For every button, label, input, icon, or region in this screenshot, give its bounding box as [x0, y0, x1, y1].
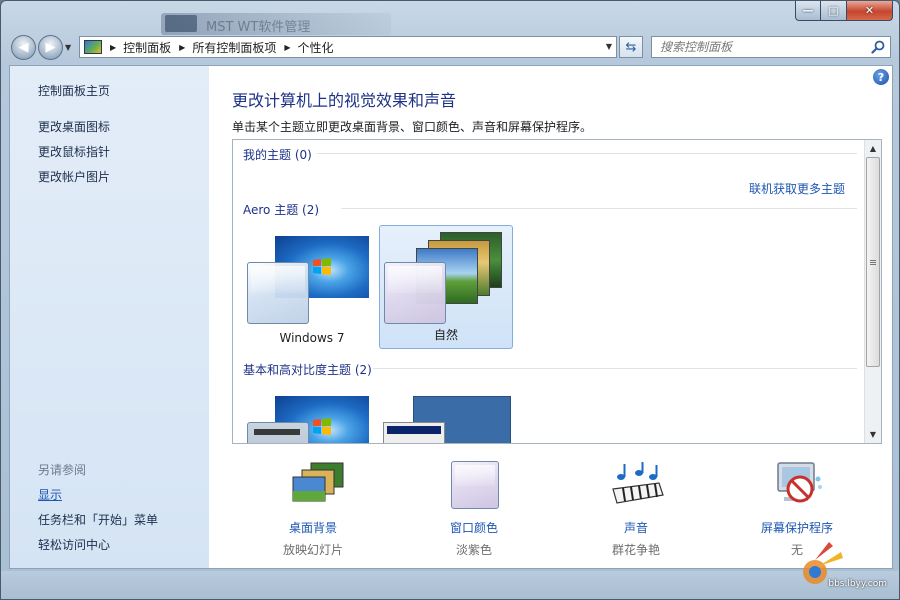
search-icon[interactable] [871, 40, 885, 54]
basic-themes-heading: 基本和高对比度主题 (2) [243, 363, 372, 377]
arrow-left-icon: ◀ [18, 40, 29, 55]
classic-titlebar-preview [387, 426, 441, 434]
back-button[interactable]: ◀ [11, 35, 36, 60]
aero-themes-heading: Aero 主题 (2) [243, 203, 320, 217]
theme-windows-7[interactable]: Windows 7 [245, 226, 379, 350]
screensaver-label[interactable]: 屏幕保护程序 [722, 519, 872, 536]
breadcrumb-personalization[interactable]: 个性化 [298, 39, 334, 56]
scroll-down-icon[interactable]: ▼ [865, 426, 881, 442]
refresh-button[interactable]: ⇆ [619, 36, 643, 58]
window-color-icon [451, 461, 499, 509]
help-icon: ? [877, 70, 885, 84]
close-icon: ✕ [864, 4, 875, 17]
ease-of-access-link[interactable]: 轻松访问中心 [38, 536, 110, 553]
caption-buttons: — □ ✕ [795, 1, 893, 21]
window-bottom-border [1, 571, 899, 599]
maximize-icon: □ [828, 4, 839, 17]
title-bar[interactable]: MST WT软件管理 — □ ✕ [1, 1, 899, 35]
taskbar-start-menu-link[interactable]: 任务栏和「开始」菜单 [38, 511, 158, 528]
group-divider [341, 208, 857, 209]
recent-pages-dropdown[interactable]: ▼ [65, 43, 71, 52]
window-basic-preview [247, 422, 309, 443]
screensaver-icon [777, 462, 822, 503]
forward-button[interactable]: ▶ [38, 35, 63, 60]
minimize-button[interactable]: — [795, 1, 821, 21]
breadcrumb-all-items[interactable]: 所有控制面板项 [192, 39, 276, 56]
change-account-picture-link[interactable]: 更改帐户图片 [38, 168, 110, 185]
maximize-button[interactable]: □ [821, 1, 847, 21]
desktop-background-value: 放映幻灯片 [282, 543, 343, 557]
group-divider [317, 153, 857, 154]
window-glass-preview [384, 262, 446, 324]
help-button[interactable]: ? [873, 69, 889, 85]
get-more-themes-online-link[interactable]: 联机获取更多主题 [749, 180, 845, 197]
theme-nature[interactable]: 自然 [379, 225, 513, 349]
control-panel-home-link[interactable]: 控制面板主页 [38, 82, 110, 99]
page-title: 更改计算机上的视觉效果和声音 [232, 91, 457, 110]
grip-icon [870, 259, 876, 265]
change-mouse-pointers-link[interactable]: 更改鼠标指针 [38, 143, 110, 160]
my-themes-heading: 我的主题 (0) [243, 148, 312, 162]
see-also-heading: 另请参阅 [38, 463, 87, 477]
search-input[interactable] [660, 40, 865, 54]
windows-logo-icon [313, 418, 331, 435]
left-pane: 控制面板主页 更改桌面图标 更改鼠标指针 更改帐户图片 另请参阅 显示 任务栏和… [10, 66, 209, 568]
breadcrumb-control-panel[interactable]: 控制面板 [123, 39, 171, 56]
search-box [651, 36, 891, 58]
theme-windows-7-basic[interactable] [245, 386, 379, 443]
refresh-icon: ⇆ [625, 39, 637, 55]
theme-list: 我的主题 (0) 联机获取更多主题 Aero 主题 (2) Windows 7 [232, 139, 882, 444]
theme-label: Windows 7 [279, 331, 345, 345]
breadcrumb-chevron-icon[interactable]: ▶ [110, 43, 116, 52]
content-area: 控制面板主页 更改桌面图标 更改鼠标指针 更改帐户图片 另请参阅 显示 任务栏和… [9, 65, 893, 569]
sound-label[interactable]: 声音 [561, 519, 711, 536]
watermark-text: bbs.lbyy.com [828, 579, 887, 589]
window-color-value: 淡紫色 [455, 543, 492, 557]
address-bar[interactable]: ▶ 控制面板 ▶ 所有控制面板项 ▶ 个性化 ▼ [79, 36, 617, 58]
group-divider [373, 368, 857, 369]
desktop-background-icon [292, 462, 344, 502]
change-desktop-icons-link[interactable]: 更改桌面图标 [38, 118, 110, 135]
theme-label: 自然 [433, 328, 458, 342]
background-window-icon [165, 15, 197, 32]
sound-value: 群花争艳 [611, 543, 660, 557]
desktop-background-label[interactable]: 桌面背景 [238, 519, 388, 536]
close-button[interactable]: ✕ [847, 1, 893, 21]
minimize-icon: — [802, 4, 814, 17]
page-description: 单击某个主题立即更改桌面背景、窗口颜色、声音和屏幕保护程序。 [232, 120, 593, 134]
breadcrumb-chevron-icon[interactable]: ▶ [284, 43, 290, 52]
arrow-right-icon: ▶ [45, 40, 56, 55]
address-dropdown-icon[interactable]: ▼ [606, 42, 612, 51]
breadcrumb-chevron-icon[interactable]: ▶ [179, 43, 185, 52]
control-panel-window: MST WT软件管理 — □ ✕ ◀ ▶ ▼ ▶ 控制面板 ▶ 所有控制面板项 … [0, 0, 900, 600]
sound-icon [612, 462, 664, 504]
theme-windows-classic[interactable] [379, 386, 513, 443]
windows-logo-icon [313, 258, 331, 275]
scroll-thumb[interactable] [866, 157, 880, 367]
window-color-label[interactable]: 窗口颜色 [399, 519, 549, 536]
navigation-bar: ◀ ▶ ▼ ▶ 控制面板 ▶ 所有控制面板项 ▶ 个性化 ▼ ⇆ [1, 31, 899, 63]
basic-titlebar-preview [254, 429, 300, 435]
control-panel-icon [84, 40, 102, 54]
window-glass-preview [247, 262, 309, 324]
scroll-up-icon[interactable]: ▲ [865, 140, 881, 156]
theme-list-scrollbar[interactable]: ▲ ▼ [864, 140, 881, 443]
display-link[interactable]: 显示 [38, 486, 62, 503]
window-classic-preview [383, 422, 445, 443]
